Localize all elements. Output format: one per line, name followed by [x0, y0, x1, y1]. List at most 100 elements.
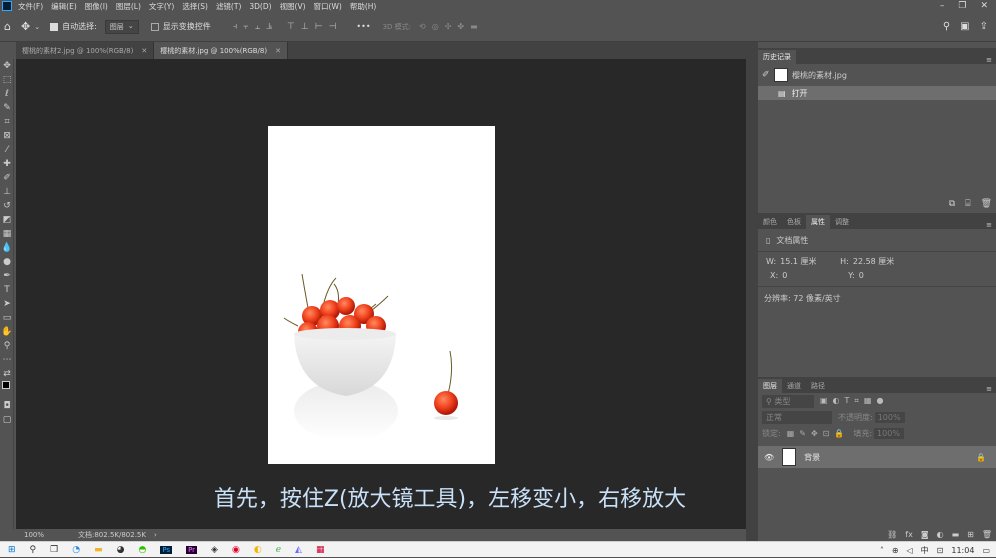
minimize-icon[interactable]: – — [940, 1, 945, 11]
fx-icon[interactable]: fx — [905, 530, 913, 539]
y-value[interactable]: 0 — [859, 271, 864, 280]
menu-select[interactable]: 选择(S) — [182, 1, 208, 12]
trash-icon[interactable]: 🗑 — [982, 530, 992, 539]
pen-tool-icon[interactable]: ✒ — [0, 269, 14, 283]
swap-colors-icon[interactable]: ⇄ — [0, 367, 14, 381]
workspace-icon[interactable]: ▣ — [960, 21, 969, 32]
close-icon[interactable]: ✕ — [980, 1, 988, 11]
lasso-tool-icon[interactable]: ℓ — [0, 87, 14, 101]
search-icon[interactable]: ⚲ — [30, 545, 37, 555]
frame-tool-icon[interactable]: ⊠ — [0, 129, 14, 143]
tab-swatches[interactable]: 色板 — [782, 215, 806, 229]
windows-start-icon[interactable]: ⊞ — [8, 545, 16, 555]
chevron-right-icon[interactable]: › — [154, 531, 157, 539]
browser-icon[interactable]: ℯ — [276, 545, 281, 555]
opacity-value[interactable]: 100% — [874, 411, 905, 423]
type-tool-icon[interactable]: T — [0, 283, 14, 297]
new-layer-icon[interactable]: ⊞ — [967, 530, 974, 539]
file-explorer-icon[interactable]: ▬ — [94, 545, 103, 555]
new-document-from-state-icon[interactable]: ⧉ — [949, 199, 955, 209]
photoshop-icon[interactable]: Ps — [160, 546, 173, 554]
history-item-open[interactable]: ▤ 打开 — [758, 86, 996, 100]
restore-icon[interactable]: ❐ — [958, 1, 966, 11]
marquee-tool-icon[interactable]: ⬚ — [0, 73, 14, 87]
ime-icon[interactable]: ⊡ — [937, 546, 944, 555]
quick-mask-icon[interactable]: ◘ — [0, 399, 14, 413]
netease-music-icon[interactable]: ◉ — [232, 545, 240, 555]
doc-tab-cherry-2[interactable]: 樱桃的素材2.jpg @ 100%(RGB/8) ✕ — [16, 42, 155, 59]
premiere-icon[interactable]: Pr — [186, 546, 198, 554]
tray-arrow-icon[interactable]: ˄ — [880, 546, 884, 555]
visibility-eye-icon[interactable]: 👁 — [764, 453, 774, 462]
height-value[interactable]: 22.58 厘米 — [853, 256, 894, 267]
tab-adjustments[interactable]: 调整 — [830, 215, 854, 229]
menu-view[interactable]: 视图(V) — [280, 1, 306, 12]
tab-history[interactable]: 历史记录 — [758, 50, 796, 64]
menu-layer[interactable]: 图层(L) — [116, 1, 141, 12]
brush-tool-icon[interactable]: ✐ — [0, 171, 14, 185]
align-buttons[interactable]: ⫞⫟⫠⫡ ⊤⊥⊢⊣ — [233, 22, 343, 32]
qq-icon[interactable]: ◕ — [117, 545, 125, 555]
gradient-tool-icon[interactable]: ▦ — [0, 227, 14, 241]
adjustment-layer-icon[interactable]: ◐ — [937, 530, 944, 539]
eyedropper-tool-icon[interactable]: ⁄ — [0, 143, 14, 157]
panel-menu-icon[interactable]: ≡ — [986, 385, 996, 393]
layer-row-background[interactable]: 👁 背景 🔒 — [758, 446, 996, 468]
link-layers-icon[interactable]: ⛓ — [887, 530, 897, 539]
layer-name[interactable]: 背景 — [804, 452, 820, 463]
screen-mode-icon[interactable]: ▢ — [0, 413, 14, 427]
menu-filter[interactable]: 滤镜(T) — [216, 1, 241, 12]
color-swatches[interactable] — [0, 381, 14, 399]
blur-tool-icon[interactable]: 💧 — [0, 241, 14, 255]
trash-icon[interactable]: 🗑 — [981, 199, 992, 209]
menu-image[interactable]: 图像(I) — [85, 1, 108, 12]
menu-file[interactable]: 文件(F) — [18, 1, 43, 12]
blend-mode-dropdown[interactable]: 正常 — [762, 410, 832, 424]
clock[interactable]: 11:04 — [951, 546, 974, 555]
panel-menu-icon[interactable]: ≡ — [986, 221, 996, 229]
fill-value[interactable]: 100% — [874, 427, 905, 439]
foreground-color[interactable] — [2, 381, 10, 389]
chevron-down-icon[interactable]: ⌄ — [34, 23, 40, 31]
width-value[interactable]: 15.1 厘米 — [780, 256, 840, 267]
more-tools-icon[interactable]: ⋯ — [0, 353, 14, 367]
3d-tools-icons[interactable]: ⟲◎✣✤▬ — [419, 22, 484, 31]
add-mask-icon[interactable]: ◙ — [921, 530, 929, 539]
home-icon[interactable]: ⌂ — [4, 20, 11, 33]
history-snapshot[interactable]: ✐ 樱桃的素材.jpg — [758, 64, 996, 86]
quick-select-tool-icon[interactable]: ✎ — [0, 101, 14, 115]
panel-menu-icon[interactable]: ≡ — [986, 56, 996, 64]
move-tool-icon[interactable]: ✥ — [21, 20, 30, 33]
doc-size-info[interactable]: 文档:802.5K/802.5K — [78, 530, 146, 540]
tab-layers[interactable]: 图层 — [758, 379, 782, 393]
close-tab-icon[interactable]: ✕ — [275, 47, 281, 55]
ime-indicator[interactable]: 中 — [921, 545, 929, 556]
healing-tool-icon[interactable]: ✚ — [0, 157, 14, 171]
x-value[interactable]: 0 — [782, 271, 848, 280]
tab-channels[interactable]: 通道 — [782, 379, 806, 393]
hand-tool-icon[interactable]: ✋ — [0, 325, 14, 339]
menu-3d[interactable]: 3D(D) — [249, 2, 271, 11]
document-image[interactable] — [268, 126, 495, 464]
menu-type[interactable]: 文字(Y) — [149, 1, 174, 12]
volume-icon[interactable]: ◁ — [907, 546, 913, 555]
app-icon[interactable]: ◈ — [211, 545, 218, 555]
zoom-level[interactable]: 100% — [24, 531, 64, 539]
auto-select-dropdown[interactable]: 图层 ⌄ — [104, 19, 139, 34]
stamp-tool-icon[interactable]: ⊥ — [0, 185, 14, 199]
app-icon[interactable]: ▦ — [316, 545, 325, 555]
path-select-tool-icon[interactable]: ➤ — [0, 297, 14, 311]
app-icon[interactable]: ◭ — [295, 545, 302, 555]
more-icon[interactable]: ••• — [356, 22, 370, 31]
close-tab-icon[interactable]: ✕ — [141, 47, 147, 55]
network-icon[interactable]: ⊕ — [892, 546, 899, 555]
history-brush-source-icon[interactable]: ✐ — [762, 70, 774, 80]
dodge-tool-icon[interactable]: ● — [0, 255, 14, 269]
group-icon[interactable]: ▬ — [952, 530, 960, 539]
history-brush-tool-icon[interactable]: ↺ — [0, 199, 14, 213]
share-icon[interactable]: ⇪ — [980, 21, 988, 32]
wechat-icon[interactable]: ◓ — [138, 545, 146, 555]
menu-help[interactable]: 帮助(H) — [350, 1, 377, 12]
task-view-icon[interactable]: ❐ — [50, 545, 58, 555]
doc-tab-cherry[interactable]: 樱桃的素材.jpg @ 100%(RGB/8) ✕ — [154, 42, 288, 59]
